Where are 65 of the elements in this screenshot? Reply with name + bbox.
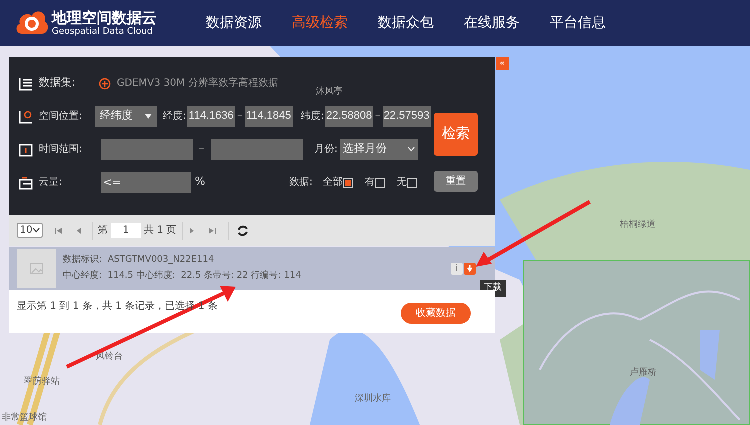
latitude-from-field[interactable]: 22.58808 [325, 106, 374, 127]
range-dash: – [199, 141, 204, 158]
list-icon [19, 76, 33, 90]
page-total: 共 1 页 [144, 224, 177, 238]
checkbox-label: 无 [396, 176, 407, 190]
last-page-icon[interactable] [208, 228, 216, 234]
map-place-label: 卢雁桥 [630, 367, 657, 380]
field-label: 云量: [39, 176, 64, 190]
chevron-down-icon [33, 228, 40, 233]
previous-page-icon[interactable] [76, 228, 82, 234]
nav-link[interactable]: 数据资源 [202, 12, 266, 34]
month-select[interactable]: 选择月份 [340, 139, 418, 160]
record-id-label: 数据标识: [63, 254, 104, 266]
info-button[interactable]: i [451, 263, 463, 275]
checkbox-label: 全部 [322, 176, 343, 190]
field-label: 经度: [163, 110, 186, 124]
range-dash: – [375, 108, 381, 124]
field-label: 数据: [289, 176, 313, 190]
latitude-to-field[interactable]: 22.57593 [382, 106, 431, 127]
checkbox[interactable] [406, 178, 417, 188]
checkbox-label: 有 [364, 176, 375, 190]
start-date-field[interactable] [101, 139, 193, 160]
field-label: 纬度: [300, 110, 324, 124]
map-place-label: 沐风亭 [316, 86, 343, 99]
checkbox[interactable] [342, 178, 353, 188]
logo-title: 地理空间数据云 [52, 9, 157, 27]
field-label: 时间范围: [39, 142, 84, 157]
record-id: ASTGTMV003_N22E114 [108, 254, 214, 266]
download-button[interactable] [464, 263, 476, 275]
field-label: 数据集: [39, 75, 77, 92]
field-label: 月份: [314, 143, 338, 157]
collect-data-button[interactable]: 收藏数据 [401, 303, 471, 324]
page-number-field[interactable]: 1 [111, 223, 141, 238]
calendar-icon [19, 142, 33, 156]
download-arrow-icon [467, 265, 473, 273]
longitude-to-field[interactable]: 114.1845 [244, 106, 293, 127]
coordinate-mode-select[interactable]: 经纬度 [95, 106, 157, 127]
record-info: 中心经度: 114.5 中心纬度: 22.5 条带号: 22 行编号: 114 [63, 270, 302, 283]
logo-subtitle: Geospatial Data Cloud [52, 27, 154, 37]
range-dash: – [237, 108, 243, 124]
nav-link[interactable]: 高级检索 [288, 12, 352, 34]
first-page-icon[interactable] [55, 228, 62, 234]
collapse-button[interactable]: « [496, 57, 509, 70]
nav-link[interactable]: 平台信息 [546, 12, 610, 34]
reset-button[interactable]: 重置 [434, 171, 478, 192]
percent-unit: % [195, 174, 206, 190]
image-icon [30, 262, 44, 274]
refresh-icon[interactable] [236, 224, 249, 236]
end-date-field[interactable] [210, 139, 302, 160]
cloud-cover-field[interactable]: <= [101, 172, 191, 193]
page-size-select[interactable]: 10 [17, 223, 43, 238]
nav-link[interactable]: 在线服务 [460, 12, 524, 34]
dataset-name: GDEMV3 30M 分辨率数字高程数据 [117, 76, 278, 91]
map-place-label: 梧桐绿道 [620, 219, 656, 232]
page-prefix: 第 [98, 224, 108, 238]
search-button[interactable]: 检索 [434, 113, 478, 156]
longitude-from-field[interactable]: 114.1636 [187, 106, 236, 127]
field-label: 空间位置: [39, 110, 84, 124]
next-page-icon[interactable] [188, 228, 195, 234]
caret-icon [145, 114, 152, 119]
nav-link[interactable]: 数据众包 [374, 12, 438, 34]
target-icon [99, 78, 111, 90]
chevron-down-icon [408, 147, 415, 152]
map-place-label: 深圳水库 [355, 393, 391, 406]
checkbox[interactable] [374, 178, 385, 188]
